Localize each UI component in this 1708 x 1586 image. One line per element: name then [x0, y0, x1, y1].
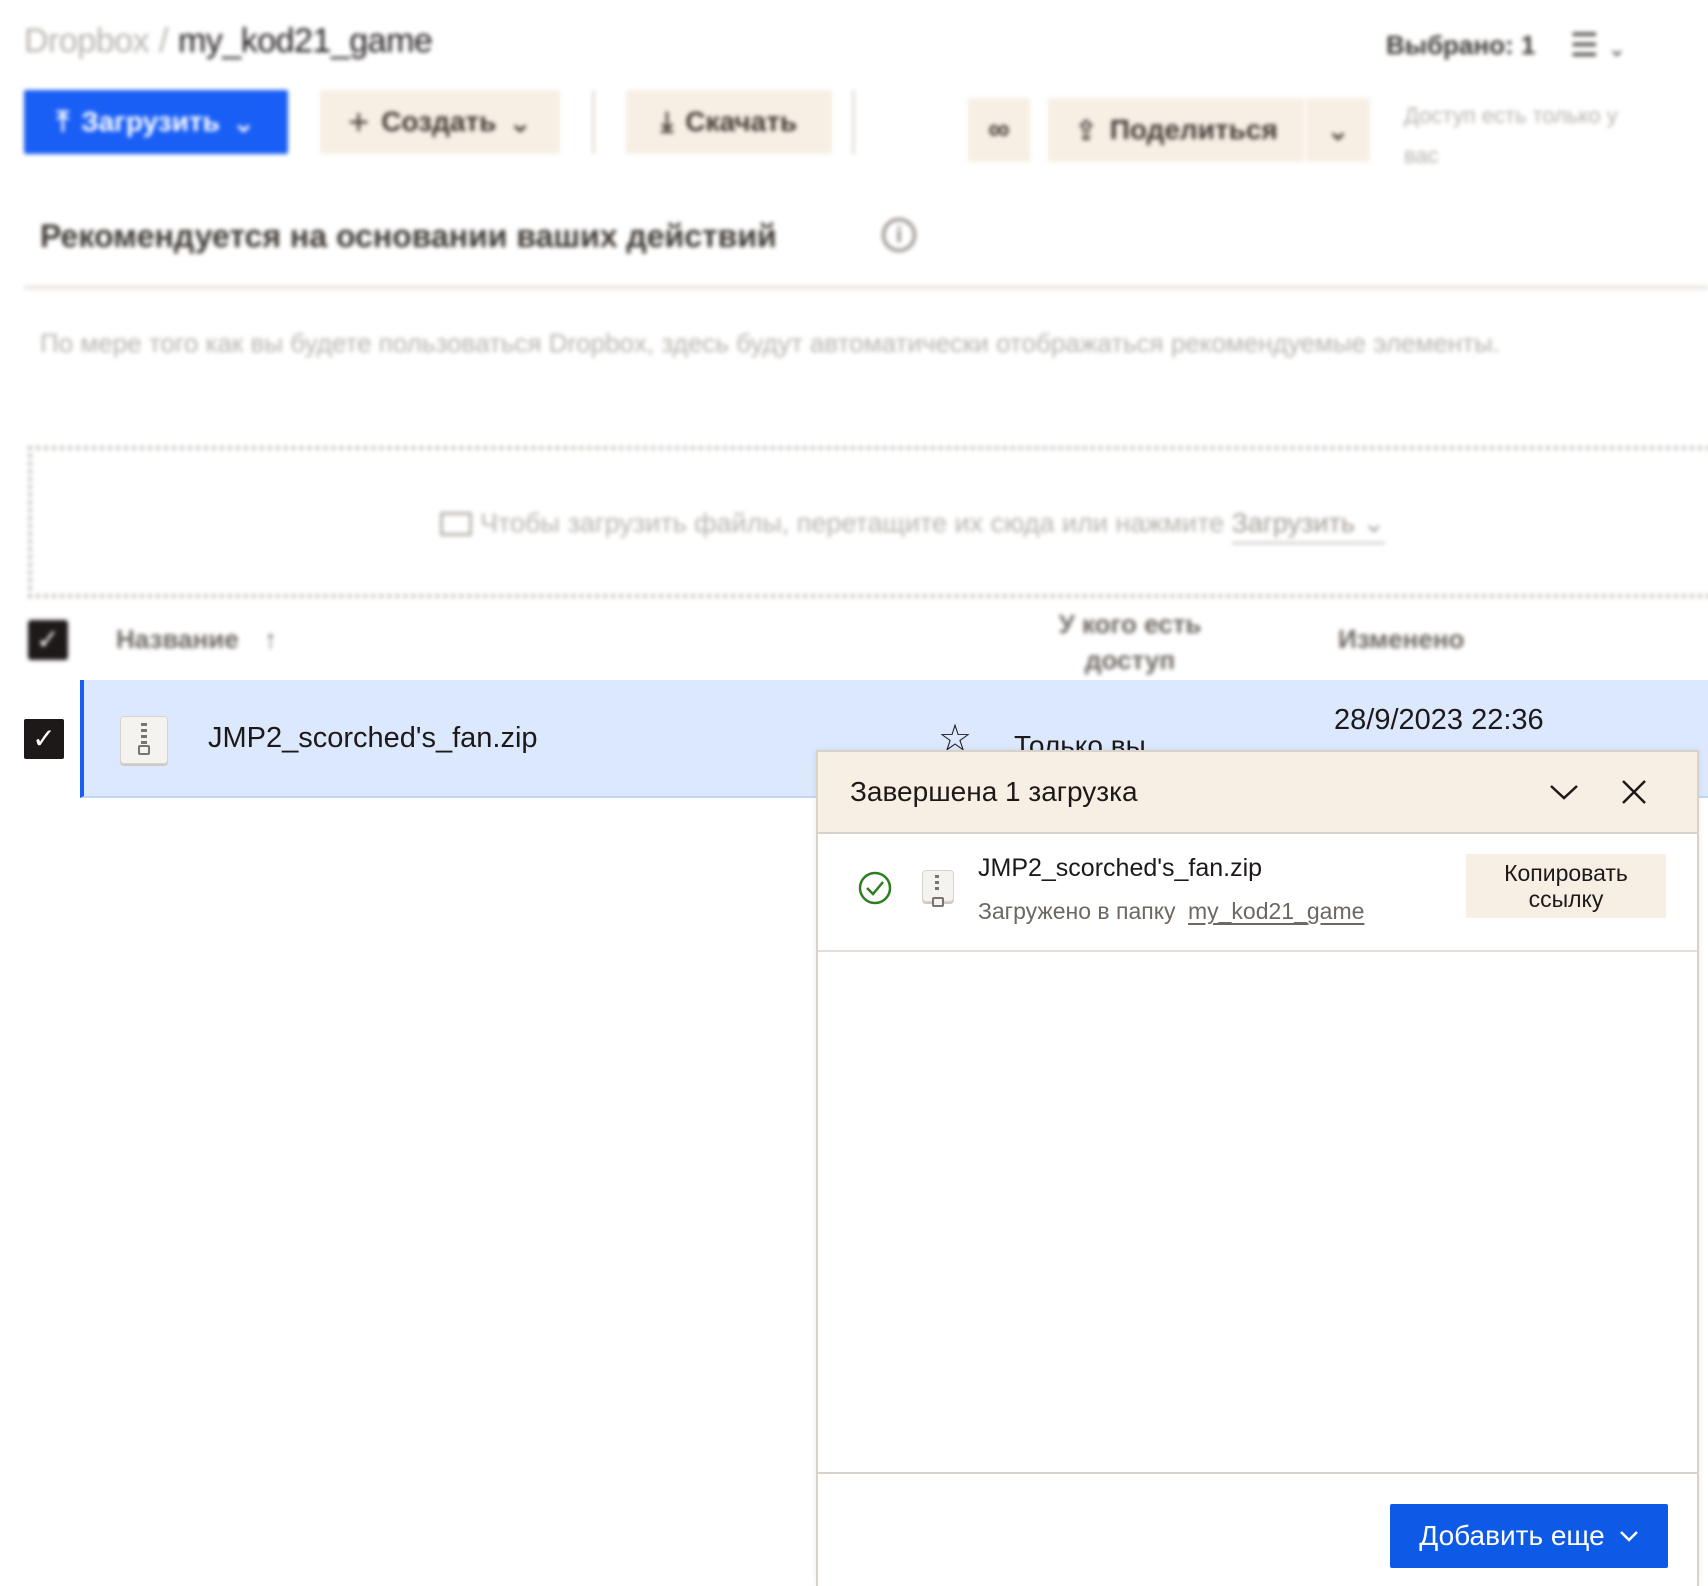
toolbar-divider — [592, 90, 595, 154]
create-label: Создать — [381, 106, 497, 137]
drop-zone-upload-link[interactable]: Загрузить ⌄ — [1231, 508, 1386, 544]
breadcrumb: Dropbox / my_kod21_game — [24, 22, 433, 61]
download-icon: ⤓ — [660, 105, 674, 137]
divider — [24, 286, 1708, 289]
chevron-down-icon: ⌄ — [508, 106, 532, 138]
list-view-icon[interactable]: ☰ ⌄ — [1570, 26, 1626, 64]
breadcrumb-separator: / — [159, 22, 168, 60]
panel-divider — [818, 1472, 1697, 1474]
close-button[interactable] — [1608, 766, 1660, 818]
upload-icon: ⤒ — [56, 105, 70, 137]
selected-count: Выбрано: 1 — [1386, 30, 1536, 60]
upload-panel-title: Завершена 1 загрузка — [850, 776, 1138, 807]
suggested-description: По мере того как вы будете пользоваться … — [40, 328, 1501, 358]
download-label: Скачать — [685, 106, 798, 137]
chevron-down-icon: ⌄ — [1326, 114, 1350, 146]
close-icon — [1622, 780, 1646, 804]
upload-status-text: Загружено в папку — [978, 898, 1176, 924]
sort-up-icon: ↑ — [263, 624, 277, 654]
column-header-modified[interactable]: Изменено — [1338, 624, 1464, 655]
chevron-down-icon — [1619, 1531, 1638, 1542]
breadcrumb-root[interactable]: Dropbox — [24, 22, 150, 60]
drop-zone-text: Чтобы загрузить файлы, перетащите их сюд… — [440, 508, 1386, 544]
create-button[interactable]: + Создать ⌄ — [320, 90, 560, 154]
select-all-checkbox[interactable]: ✓ — [28, 620, 68, 660]
success-check-icon — [858, 871, 892, 905]
copy-link-button[interactable]: ∞ — [968, 98, 1030, 162]
upload-label: Загрузить — [81, 106, 220, 137]
add-more-label: Добавить еще — [1419, 1520, 1605, 1551]
upload-button[interactable]: ⤒ Загрузить ⌄ — [24, 90, 288, 154]
upload-file-name: JMP2_scorched's_fan.zip — [978, 854, 1263, 882]
chevron-down-icon: ⌄ — [1607, 36, 1627, 61]
link-icon: ∞ — [988, 113, 1010, 146]
toolbar-divider — [852, 90, 855, 154]
zip-file-icon — [922, 870, 954, 907]
share-dropdown-button[interactable]: ⌄ — [1306, 98, 1370, 162]
upload-status: Загружено в папку my_kod21_game — [978, 898, 1364, 925]
column-header-name-label: Название — [116, 624, 239, 654]
upload-item: JMP2_scorched's_fan.zip Загружено в папк… — [818, 834, 1697, 952]
upload-panel-header: Завершена 1 загрузка — [818, 752, 1697, 834]
chevron-down-icon: ⌄ — [231, 106, 256, 138]
chevron-down-icon — [1550, 785, 1578, 800]
share-button[interactable]: ⇪ Поделиться — [1048, 98, 1304, 162]
drop-zone-hint: Чтобы загрузить файлы, перетащите их сюд… — [480, 508, 1225, 538]
chevron-down-icon: ⌄ — [1362, 508, 1386, 538]
breadcrumb-current: my_kod21_game — [177, 22, 433, 60]
share-icon: ⇪ — [1074, 114, 1098, 146]
download-button[interactable]: ⤓ Скачать — [626, 90, 832, 154]
info-icon[interactable]: i — [882, 218, 916, 252]
plus-icon: + — [348, 101, 370, 142]
column-header-access[interactable]: У кого есть доступ — [1040, 606, 1220, 678]
row-checkbox[interactable]: ✓ — [24, 719, 64, 759]
folder-upload-icon — [440, 512, 472, 536]
drop-zone-upload-label: Загрузить — [1231, 508, 1355, 538]
upload-folder-link[interactable]: my_kod21_game — [1188, 898, 1364, 924]
collapse-button[interactable] — [1538, 766, 1590, 818]
add-more-button[interactable]: Добавить еще — [1390, 1504, 1668, 1568]
share-label: Поделиться — [1109, 114, 1278, 145]
access-note: Доступ есть только у вас — [1404, 103, 1618, 168]
suggested-title: Рекомендуется на основании ваших действи… — [40, 218, 777, 254]
upload-panel: Завершена 1 загрузка JMP2_scorched's_fan… — [816, 750, 1699, 1586]
zip-file-icon — [120, 716, 168, 764]
file-name[interactable]: JMP2_scorched's_fan.zip — [208, 722, 538, 755]
file-modified: 28/9/2023 22:36 — [1334, 704, 1544, 736]
copy-link-button[interactable]: Копировать ссылку — [1466, 854, 1666, 918]
column-header-name[interactable]: Название ↑ — [116, 624, 277, 655]
